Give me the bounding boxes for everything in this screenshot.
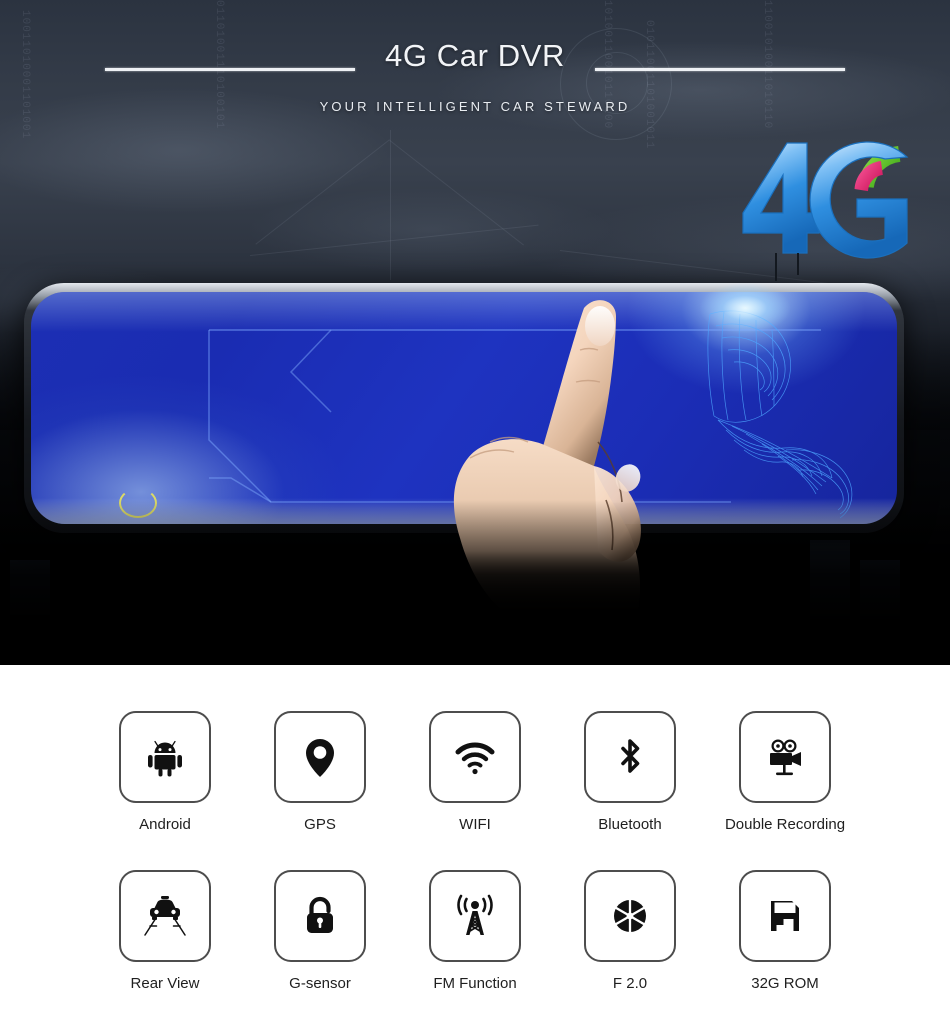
feature-item-wifi[interactable]: WIFI bbox=[429, 711, 521, 833]
logo-antenna-stem bbox=[797, 253, 799, 275]
feature-grid: Android GPS WIFI Bluetooth Double Record… bbox=[0, 665, 950, 1025]
feature-label: WIFI bbox=[459, 816, 491, 833]
feature-label: G-sensor bbox=[289, 975, 351, 992]
feature-item-fm-function[interactable]: FM Function bbox=[429, 870, 521, 992]
feature-row-2: Rear View G-sensor FM Function F 2.0 32G… bbox=[0, 870, 950, 992]
city-silhouette bbox=[860, 560, 900, 620]
floppy-disk-icon bbox=[771, 901, 799, 931]
map-pin-icon bbox=[306, 739, 334, 777]
feature-icon-box[interactable] bbox=[429, 711, 521, 803]
feature-item-rom[interactable]: 32G ROM bbox=[739, 870, 831, 992]
title-rule-left bbox=[105, 68, 355, 71]
feature-icon-box[interactable] bbox=[119, 711, 211, 803]
android-icon bbox=[148, 740, 182, 777]
feature-item-g-sensor[interactable]: G-sensor bbox=[274, 870, 366, 992]
car-lane-icon bbox=[144, 896, 186, 936]
screen-yellow-arc bbox=[119, 488, 157, 518]
logo-4g bbox=[735, 135, 935, 281]
feature-item-gps[interactable]: GPS bbox=[274, 711, 366, 833]
feature-item-double-recording[interactable]: Double Recording bbox=[725, 711, 845, 833]
feature-icon-box[interactable] bbox=[739, 711, 831, 803]
feature-label: FM Function bbox=[433, 975, 517, 992]
aperture-icon bbox=[614, 898, 646, 934]
feature-icon-box[interactable] bbox=[429, 870, 521, 962]
feature-label: Rear View bbox=[130, 975, 200, 992]
logo-antenna-stem bbox=[775, 253, 777, 281]
feature-label: Bluetooth bbox=[598, 816, 662, 833]
movie-camera-icon bbox=[770, 739, 801, 776]
feature-icon-box[interactable] bbox=[739, 870, 831, 962]
feature-item-aperture[interactable]: F 2.0 bbox=[584, 870, 676, 992]
wifi-icon bbox=[455, 742, 495, 775]
bluetooth-icon bbox=[621, 739, 640, 773]
city-silhouette bbox=[10, 560, 50, 615]
feature-item-bluetooth[interactable]: Bluetooth bbox=[584, 711, 676, 833]
title-rule-right bbox=[595, 68, 845, 71]
feature-label: F 2.0 bbox=[612, 975, 648, 992]
radio-tower-icon bbox=[457, 894, 493, 935]
feature-item-android[interactable]: Android bbox=[119, 711, 211, 833]
feature-icon-box[interactable] bbox=[584, 711, 676, 803]
hero-banner: 10011010001101001 01101001110100101 1010… bbox=[0, 0, 950, 665]
feature-icon-box[interactable] bbox=[584, 870, 676, 962]
feature-label: 32G ROM bbox=[751, 975, 819, 992]
human-hand bbox=[430, 290, 750, 620]
feature-icon-box[interactable] bbox=[274, 711, 366, 803]
padlock-icon bbox=[307, 896, 333, 933]
feature-label: Double Recording bbox=[724, 816, 846, 833]
logo-4g-graphic bbox=[742, 141, 909, 259]
human-hand-graphic bbox=[453, 300, 641, 620]
page-subtitle: YOUR INTELLIGENT CAR STEWARD bbox=[319, 99, 631, 114]
feature-item-rear-view[interactable]: Rear View bbox=[119, 870, 211, 992]
feature-icon-box[interactable] bbox=[119, 870, 211, 962]
feature-row-1: Android GPS WIFI Bluetooth Double Record… bbox=[0, 711, 950, 833]
tower-wire bbox=[390, 130, 391, 280]
feature-label: GPS bbox=[304, 816, 336, 833]
city-silhouette bbox=[810, 540, 850, 620]
feature-label: Android bbox=[139, 816, 191, 833]
feature-icon-box[interactable] bbox=[274, 870, 366, 962]
